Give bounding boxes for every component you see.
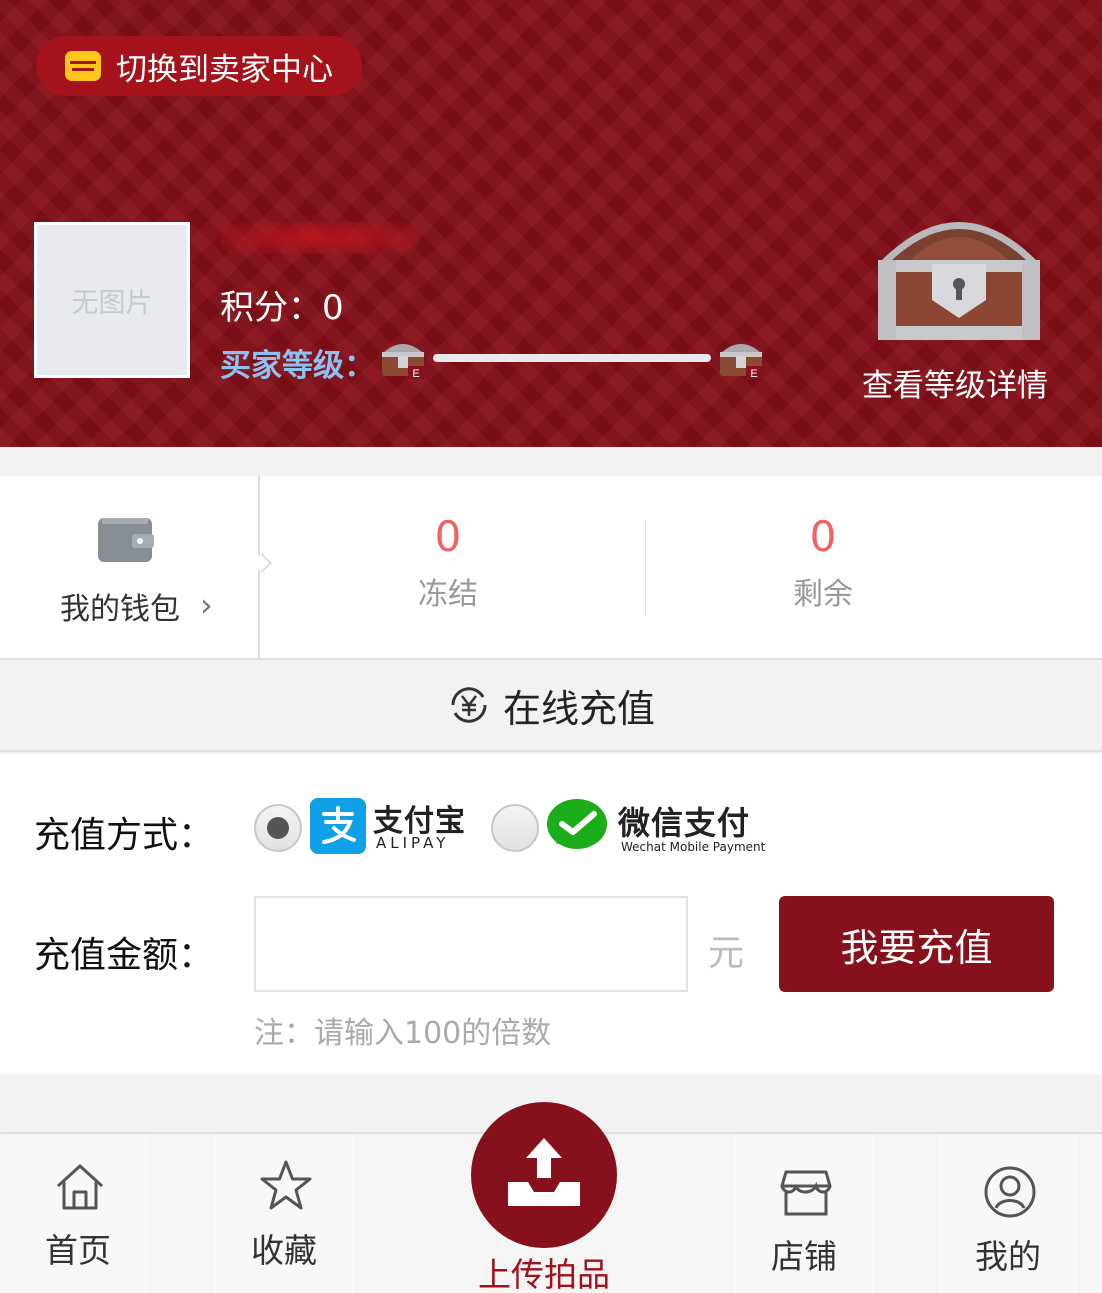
remain-label: 剩余 (793, 577, 853, 612)
nav-home-label: 首页 (45, 1231, 111, 1270)
avatar[interactable]: 无图片 (34, 222, 190, 378)
treasure-chest-icon[interactable] (870, 206, 1048, 348)
wechat-pay-name: 微信支付 (618, 804, 751, 842)
star-icon (260, 1160, 312, 1210)
my-wallet-label: 我的钱包 (60, 592, 180, 627)
nav-shop-label: 店铺 (771, 1237, 837, 1276)
currency-unit: 元 (708, 933, 745, 974)
wechat-pay-radio[interactable] (491, 804, 539, 852)
my-wallet-link[interactable]: 我的钱包 › (0, 476, 260, 658)
alipay-name-en: ALIPAY (376, 834, 450, 852)
alipay-logo-icon (310, 798, 366, 854)
shop-icon (65, 51, 101, 81)
nav-mine-label: 我的 (975, 1237, 1041, 1276)
switch-to-seller-button[interactable]: 切换到卖家中心 (36, 36, 362, 96)
online-recharge-header: 在线充值 (0, 660, 1102, 752)
user-icon (984, 1166, 1036, 1218)
nav-home[interactable]: 首页 (8, 1134, 148, 1293)
store-icon (780, 1170, 832, 1216)
nav-upload-label[interactable]: 上传拍品 (470, 1248, 618, 1293)
remain-value: 0 (809, 512, 837, 561)
payment-method-label: 充值方式： (34, 815, 215, 856)
wechat-pay-logo-icon (547, 799, 607, 849)
frozen-balance: 0 冻结 (348, 512, 548, 613)
nav-upload-button[interactable] (471, 1102, 617, 1248)
home-icon (56, 1164, 104, 1210)
avatar-placeholder-text: 无图片 (71, 287, 153, 319)
level-progress-bar (433, 354, 711, 362)
yen-refresh-icon (451, 687, 487, 723)
level-from-chest-icon: E (382, 344, 424, 380)
wallet-icon (98, 518, 154, 562)
level-to-badge: E (750, 368, 757, 380)
amount-input[interactable] (254, 896, 688, 992)
recharge-form: 充值方式： 支付宝 ALIPAY 微信支付 Wechat Mobile Paym… (0, 754, 1102, 1074)
level-detail-link[interactable]: 查看等级详情 (862, 360, 1048, 405)
alipay-radio[interactable] (254, 804, 302, 852)
buyer-level-label: 买家等级： (220, 348, 375, 384)
recharge-submit-button[interactable]: 我要充值 (779, 896, 1054, 992)
level-to-chest-icon: E (720, 344, 762, 380)
wechat-pay-name-en: Wechat Mobile Payment (621, 840, 766, 854)
nav-mine[interactable]: 我的 (938, 1134, 1078, 1293)
nav-favorites[interactable]: 收藏 (214, 1134, 354, 1293)
stat-divider (645, 520, 646, 616)
amount-label: 充值金额： (34, 935, 215, 976)
level-from-badge: E (412, 368, 419, 380)
frozen-value: 0 (434, 512, 462, 561)
wallet-panel: 我的钱包 › 0 冻结 0 剩余 (0, 476, 1102, 660)
score-text: 积分：0 (220, 288, 344, 328)
amount-note: 注：请输入100的倍数 (254, 1016, 552, 1051)
upload-icon (508, 1138, 580, 1206)
frozen-label: 冻结 (418, 577, 478, 612)
nav-shop[interactable]: 店铺 (734, 1134, 874, 1293)
profile-header: 切换到卖家中心 无图片 积分：0 买家等级： E E 查看等级详情 (0, 0, 1102, 447)
online-recharge-title: 在线充值 (502, 686, 655, 731)
username-redacted (220, 222, 420, 254)
nav-favorites-label: 收藏 (251, 1231, 317, 1270)
remaining-balance: 0 剩余 (723, 512, 923, 613)
switch-to-seller-label: 切换到卖家中心 (116, 51, 333, 88)
chevron-right-icon: › (200, 586, 213, 624)
